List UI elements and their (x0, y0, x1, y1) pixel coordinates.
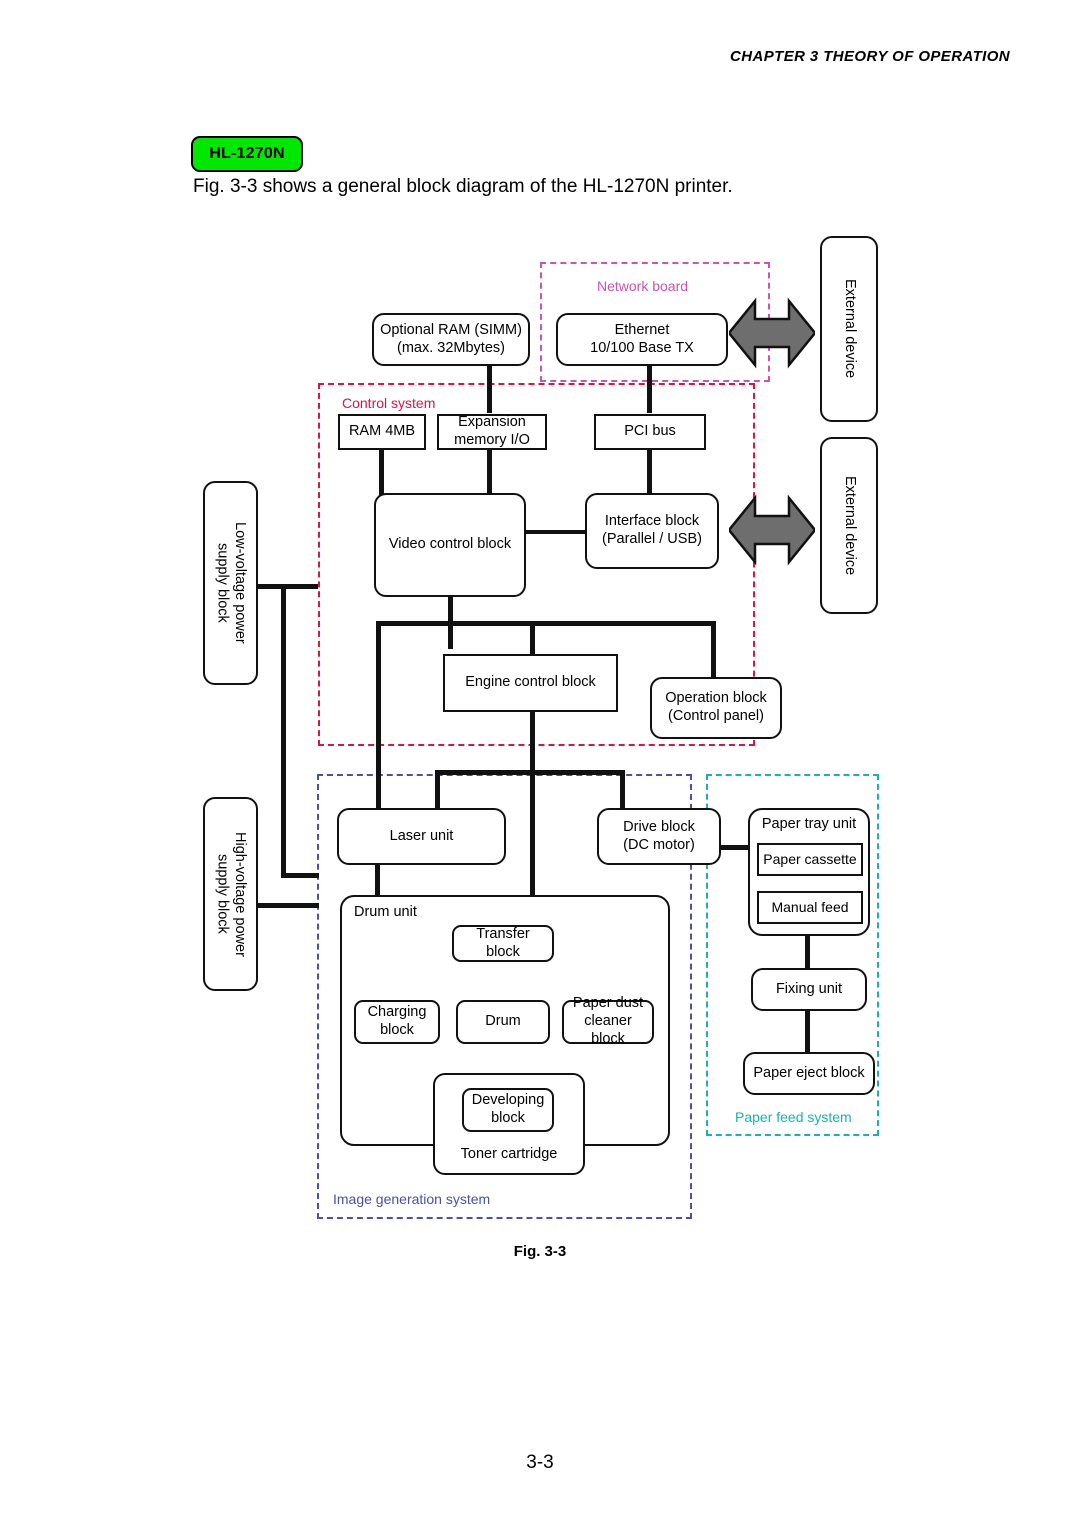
block-toner-cartridge-label: Toner cartridge (460, 1146, 558, 1163)
block-interface: Interface block (Parallel / USB) (585, 493, 719, 569)
line-bus-right-leg (711, 621, 716, 678)
block-fixing-unit: Fixing unit (751, 968, 867, 1011)
line-enginecontrol-stem (530, 711, 535, 773)
block-drum-unit-label: Drum unit (354, 904, 417, 920)
block-low-voltage-psu-label: Low-voltage power supply block (214, 522, 249, 644)
block-external-device-1: External device (820, 236, 878, 422)
group-label-network-board: Network board (597, 278, 689, 294)
block-drive-label: Drive block (DC motor) (623, 818, 695, 853)
line-main-bus (376, 621, 716, 626)
block-drum-label: Drum (485, 1013, 521, 1030)
block-paper-dust-cleaner: Paper dust cleaner block (562, 995, 654, 1047)
block-transfer-label: Transfer block (476, 925, 530, 960)
block-laser-unit-label: Laser unit (389, 827, 454, 844)
block-charging-label: Charging block (367, 1004, 427, 1038)
line-papertray-fixing (805, 936, 810, 969)
line-lowvoltage-to-image (281, 873, 319, 878)
block-engine-control-label: Engine control block (465, 674, 596, 691)
block-laser-unit: Laser unit (337, 808, 506, 865)
line-laser-drumunit (375, 863, 380, 898)
block-developing-label: Developing block (471, 1092, 545, 1126)
block-manual-feed-label: Manual feed (771, 898, 849, 915)
block-engine-control: Engine control block (443, 654, 618, 712)
block-external-device-2: External device (820, 437, 878, 614)
block-drive: Drive block (DC motor) (597, 808, 721, 865)
line-lowerbus-laser (435, 770, 440, 811)
block-expansion-memory-io: Expansion memory I/O (437, 414, 547, 450)
group-label-control-system: Control system (342, 395, 436, 411)
block-paper-dust-cleaner-label: Paper dust cleaner block (572, 995, 644, 1047)
block-optional-ram-label: Optional RAM (SIMM) (max. 32Mbytes) (380, 321, 522, 356)
block-optional-ram: Optional RAM (SIMM) (max. 32Mbytes) (372, 313, 530, 366)
block-paper-eject: Paper eject block (743, 1052, 875, 1095)
line-bus-enginecontrol (530, 621, 535, 656)
group-label-image-generation-system: Image generation system (333, 1191, 491, 1207)
block-fixing-unit-label: Fixing unit (775, 980, 843, 997)
block-ram-4mb-label: RAM 4MB (348, 423, 416, 440)
block-pci-bus: PCI bus (594, 414, 706, 450)
block-ethernet-label: Ethernet 10/100 Base TX (590, 321, 694, 356)
block-video-control: Video control block (374, 493, 526, 597)
block-paper-cassette-label: Paper cassette (763, 850, 857, 867)
line-optionalram-expansionmem (487, 365, 492, 413)
block-external-device-2-label: External device (841, 475, 858, 576)
block-external-device-1-label: External device (841, 279, 858, 379)
line-lowerbus-drumunit (530, 770, 535, 895)
block-video-control-label: Video control block (388, 536, 512, 553)
block-high-voltage-psu-label: High-voltage power supply block (214, 831, 249, 957)
page-number: 3-3 (526, 1452, 554, 1473)
block-manual-feed: Manual feed (757, 891, 863, 924)
block-interface-label: Interface block (Parallel / USB) (602, 513, 702, 547)
block-paper-cassette: Paper cassette (757, 843, 863, 876)
block-diagram: Network board Control system Image gener… (0, 0, 1080, 1528)
block-paper-tray-unit-label: Paper tray unit (761, 816, 857, 832)
arrow-interface-external (727, 490, 817, 570)
block-paper-eject-label: Paper eject block (753, 1064, 865, 1081)
line-lowvoltage-down (281, 584, 286, 878)
block-low-voltage-psu: Low-voltage power supply block (203, 481, 258, 685)
line-ethernet-pcibus (647, 365, 652, 413)
line-expansionmem-videocontrol (487, 449, 492, 495)
block-high-voltage-psu: High-voltage power supply block (203, 797, 258, 991)
line-bus-left-leg (376, 621, 381, 811)
document-page: CHAPTER 3 THEORY OF OPERATION HL-1270N F… (0, 0, 1080, 1528)
figure-caption: Fig. 3-3 (513, 1243, 567, 1260)
block-operation-label: Operation block (Control panel) (665, 690, 767, 724)
block-transfer: Transfer block (452, 925, 554, 962)
line-pcibus-interfaceblock (647, 449, 652, 495)
block-developing: Developing block (462, 1088, 554, 1132)
line-highvoltage-out (256, 903, 319, 908)
block-drum: Drum (456, 1000, 550, 1044)
arrow-network-external (727, 293, 817, 373)
block-ram-4mb: RAM 4MB (338, 414, 426, 450)
line-fixing-papereject (805, 1009, 810, 1053)
group-label-paper-feed-system: Paper feed system (735, 1109, 852, 1125)
block-operation: Operation block (Control panel) (650, 677, 782, 739)
block-charging: Charging block (354, 1000, 440, 1044)
line-lowerbus-driveblock (620, 770, 625, 811)
line-videocontrol-interfaceblock (516, 530, 586, 534)
block-pci-bus-label: PCI bus (624, 423, 676, 440)
block-ethernet: Ethernet 10/100 Base TX (556, 313, 728, 366)
block-expansion-memory-io-label: Expansion memory I/O (454, 414, 530, 448)
line-ram4mb-videocontrol (379, 449, 384, 495)
line-lowvoltage-out (256, 584, 318, 589)
